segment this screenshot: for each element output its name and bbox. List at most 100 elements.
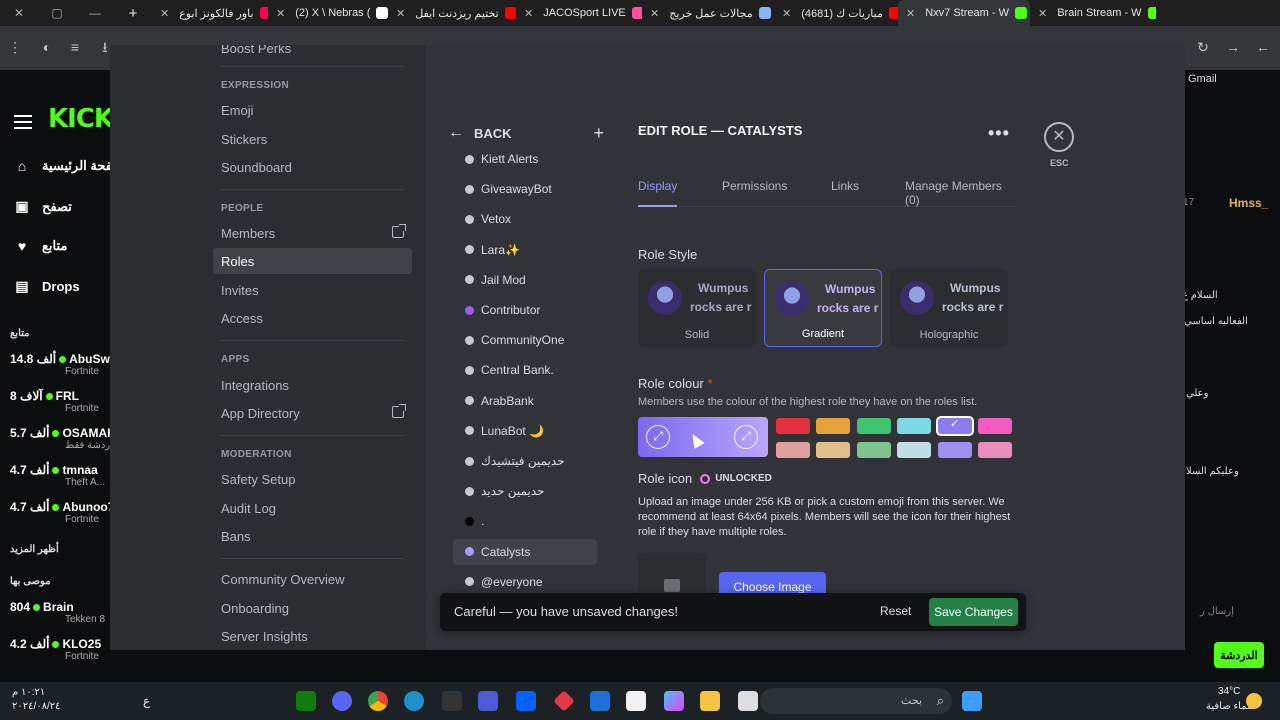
colour-swatch[interactable] xyxy=(776,442,810,458)
stream-item[interactable]: 804 Brain Tekken 8 xyxy=(10,600,110,625)
close-icon[interactable]: ✕ xyxy=(906,7,915,20)
role-item[interactable]: @everyone xyxy=(453,569,597,595)
colour-swatch[interactable] xyxy=(776,418,810,434)
sidebar-item-safety-setup[interactable]: Safety Setup xyxy=(213,466,412,492)
forward-icon[interactable]: → xyxy=(1224,38,1242,56)
kick-nav-browse[interactable]: ▣ تصفح xyxy=(14,198,71,215)
colour-swatch[interactable] xyxy=(856,418,891,434)
role-item[interactable]: CommunityOne xyxy=(453,327,597,353)
language-indicator[interactable]: ع xyxy=(143,694,150,708)
eyedropper-icon[interactable]: ⤢ xyxy=(734,425,758,449)
sidebar-item-boost-perks[interactable]: Boost Perks xyxy=(213,45,412,61)
stream-item[interactable]: 4.2 ألف KLO25 Fortnite xyxy=(10,637,110,662)
save-changes-button[interactable]: Save Changes xyxy=(929,598,1018,626)
colour-swatch[interactable] xyxy=(978,442,1012,458)
colour-swatch[interactable] xyxy=(978,418,1012,434)
tab-permissions[interactable]: Permissions xyxy=(722,179,787,207)
close-settings-button[interactable]: ✕ xyxy=(1044,122,1074,152)
sidebar-item-server-insights[interactable]: Server Insights xyxy=(213,623,412,649)
sidebar-item-community-overview[interactable]: Community Overview xyxy=(213,566,412,592)
stream-item[interactable]: 8 آلاف FRL Fortnite xyxy=(10,389,110,414)
edge-icon[interactable] xyxy=(404,691,424,711)
sidebar-item-soundboard[interactable]: Soundboard xyxy=(213,154,412,180)
stream-item[interactable]: 4.7 ألف tmnaa Theft A... xyxy=(10,463,110,488)
role-item[interactable]: Vetox xyxy=(453,206,597,232)
sidebar-item-emoji[interactable]: Emoji xyxy=(213,97,412,123)
xbox-icon[interactable] xyxy=(296,691,316,711)
role-item[interactable]: Central Bank. xyxy=(453,357,597,383)
dropbox-icon[interactable] xyxy=(516,691,536,711)
windows-start-icon[interactable] xyxy=(962,691,982,711)
back-button[interactable]: ← BACK + xyxy=(448,123,604,143)
colour-swatch[interactable] xyxy=(897,442,932,458)
hamburger-icon[interactable] xyxy=(14,115,32,129)
app-icon[interactable] xyxy=(478,691,498,711)
discord-icon[interactable] xyxy=(332,691,352,711)
app-icon[interactable] xyxy=(553,690,575,712)
close-icon[interactable]: ✕ xyxy=(782,7,791,20)
style-card-gradient[interactable]: Wumpus rocks are r Gradient xyxy=(764,269,882,347)
reload-icon[interactable]: ↻ xyxy=(1194,38,1212,56)
tab-links[interactable]: Links xyxy=(831,179,859,207)
style-card-solid[interactable]: Wumpus rocks are r Solid xyxy=(638,269,756,347)
kick-nav-following[interactable]: ♥ متابع xyxy=(14,238,68,254)
role-item[interactable]: حديمين حديد xyxy=(453,478,597,504)
sidebar-item-access[interactable]: Access xyxy=(213,305,412,331)
tab-manage-members[interactable]: Manage Members (0) xyxy=(905,179,1016,207)
playlist-icon[interactable]: ≡ xyxy=(66,38,84,56)
colour-swatch[interactable] xyxy=(856,442,891,458)
stream-item[interactable]: 14.8 ألف AbuSwe Fortnite xyxy=(10,352,116,377)
kick-logo[interactable]: KICK xyxy=(48,104,114,134)
close-icon[interactable]: ✕ xyxy=(1038,7,1047,20)
role-item[interactable]: Catalysts xyxy=(453,538,597,565)
restore-icon[interactable]: ▢ xyxy=(38,0,76,26)
colour-swatch[interactable] xyxy=(937,442,972,458)
role-item[interactable]: Jail Mod xyxy=(453,267,597,293)
sidebar-item-invites[interactable]: Invites xyxy=(213,277,412,303)
close-icon[interactable]: ✕ xyxy=(524,7,533,20)
sidebar-item-roles[interactable]: Roles xyxy=(213,248,412,274)
copilot-icon[interactable] xyxy=(664,691,684,711)
sidebar-item-members[interactable]: Members xyxy=(213,220,412,246)
maximize-icon[interactable]: — xyxy=(76,0,114,26)
browser-tab[interactable]: ✕ JACOSport LIVE xyxy=(516,0,642,26)
taskbar-search[interactable]: بحث ⌕ xyxy=(760,688,952,714)
stream-item[interactable]: 5.7 ألف OSAMAH الدردشة فقط xyxy=(10,426,121,451)
chat-send-button[interactable]: الدردشة xyxy=(1214,642,1264,668)
close-icon[interactable]: ✕ xyxy=(650,7,659,20)
menu-dots-icon[interactable]: ⋮ xyxy=(6,38,24,56)
extension-icon[interactable]: ◐ xyxy=(38,38,56,56)
browser-tab-active[interactable]: ✕ Nxv7 Stream - W xyxy=(898,0,1030,26)
reset-button[interactable]: Reset xyxy=(880,604,911,618)
role-item[interactable]: . xyxy=(453,508,597,534)
more-options-icon[interactable]: ••• xyxy=(988,123,1010,144)
sidebar-item-app-directory[interactable]: App Directory xyxy=(213,400,412,426)
store-icon[interactable] xyxy=(626,691,646,711)
tab-display[interactable]: Display xyxy=(638,179,678,207)
role-item[interactable]: Kiett Alerts xyxy=(453,146,597,172)
colour-swatch[interactable] xyxy=(816,442,851,458)
show-more-link[interactable]: أظهر المزيد xyxy=(10,544,59,555)
sidebar-item-stickers[interactable]: Stickers xyxy=(213,126,412,152)
sidebar-item-integrations[interactable]: Integrations xyxy=(213,372,412,398)
browser-tab[interactable]: ✕ Brain Stream - W xyxy=(1030,0,1156,26)
browser-tab[interactable]: ✕ باور فالكونز ابوع xyxy=(152,0,268,26)
sidebar-item-bans[interactable]: Bans xyxy=(213,523,412,549)
sidebar-item-audit-log[interactable]: Audit Log xyxy=(213,495,412,521)
eyedropper-icon[interactable]: ⤢ xyxy=(646,425,670,449)
new-tab-button[interactable]: + xyxy=(114,0,152,26)
close-icon[interactable]: ✕ xyxy=(160,7,169,20)
mail-icon[interactable] xyxy=(590,691,610,711)
colour-swatch[interactable] xyxy=(816,418,851,434)
gmail-link[interactable]: Gmail xyxy=(1188,73,1217,85)
add-role-icon[interactable]: + xyxy=(593,123,604,144)
colour-swatch[interactable] xyxy=(897,418,932,434)
role-item[interactable]: Lara✨ xyxy=(453,237,597,263)
role-item[interactable]: LunaBot 🌙 xyxy=(453,418,597,444)
sidebar-item-onboarding[interactable]: Onboarding xyxy=(213,595,412,621)
epic-games-icon[interactable] xyxy=(442,691,462,711)
kick-nav-drops[interactable]: ▤ Drops xyxy=(14,278,79,295)
close-icon[interactable]: ✕ xyxy=(276,7,285,20)
browser-tab[interactable]: ✕ (4681) مباريات ك xyxy=(774,0,898,26)
role-item[interactable]: ArabBank xyxy=(453,388,597,414)
